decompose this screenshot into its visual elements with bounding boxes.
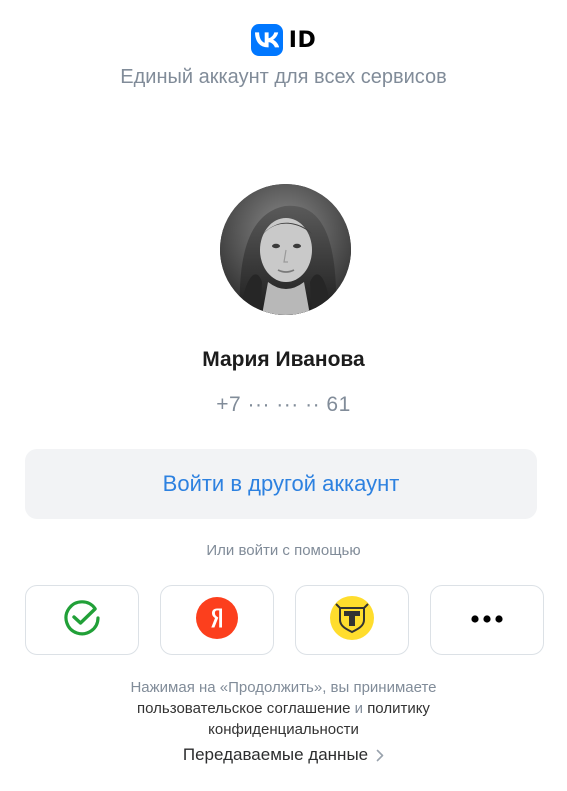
transferred-data-link[interactable]: Передаваемые данные	[0, 745, 567, 765]
user-agreement-link[interactable]: пользовательское соглашение	[137, 700, 350, 717]
avatar	[220, 184, 351, 315]
privacy-policy-link[interactable]: политику	[367, 700, 430, 717]
legal-line-1: Нажимая на «Продолжить», вы принимаете	[130, 679, 437, 696]
switch-account-button[interactable]: Войти в другой аккаунт	[25, 449, 537, 519]
yandex-icon	[196, 596, 238, 644]
privacy-policy-link-cont[interactable]: конфиденциальности	[208, 721, 359, 738]
more-icon	[469, 611, 505, 629]
subtitle: Единый аккаунт для всех сервисов	[120, 66, 447, 88]
vk-id-login-panel: ID Единый аккаунт для всех сервисов Мари…	[0, 0, 567, 791]
yandex-login-button[interactable]	[160, 585, 274, 655]
tinkoff-icon	[330, 595, 374, 645]
provider-buttons	[25, 585, 544, 655]
legal-notice: Нажимая на «Продолжить», вы принимаете п…	[60, 677, 507, 740]
chevron-right-icon	[376, 749, 384, 762]
sber-icon	[62, 598, 102, 643]
more-options-button[interactable]	[430, 585, 544, 655]
sber-login-button[interactable]	[25, 585, 139, 655]
user-name: Мария Иванова	[202, 348, 365, 371]
transferred-data-label: Передаваемые данные	[182, 745, 369, 764]
legal-conjunction: и	[354, 700, 364, 717]
user-phone: +7 ··· ··· ·· 61	[216, 393, 351, 416]
alt-login-label: Или войти с помощью	[206, 542, 361, 559]
tinkoff-login-button[interactable]	[295, 585, 409, 655]
brand-id-text: ID	[288, 27, 317, 53]
vk-logo-icon	[250, 24, 283, 56]
vk-id-brand: ID	[0, 24, 567, 56]
